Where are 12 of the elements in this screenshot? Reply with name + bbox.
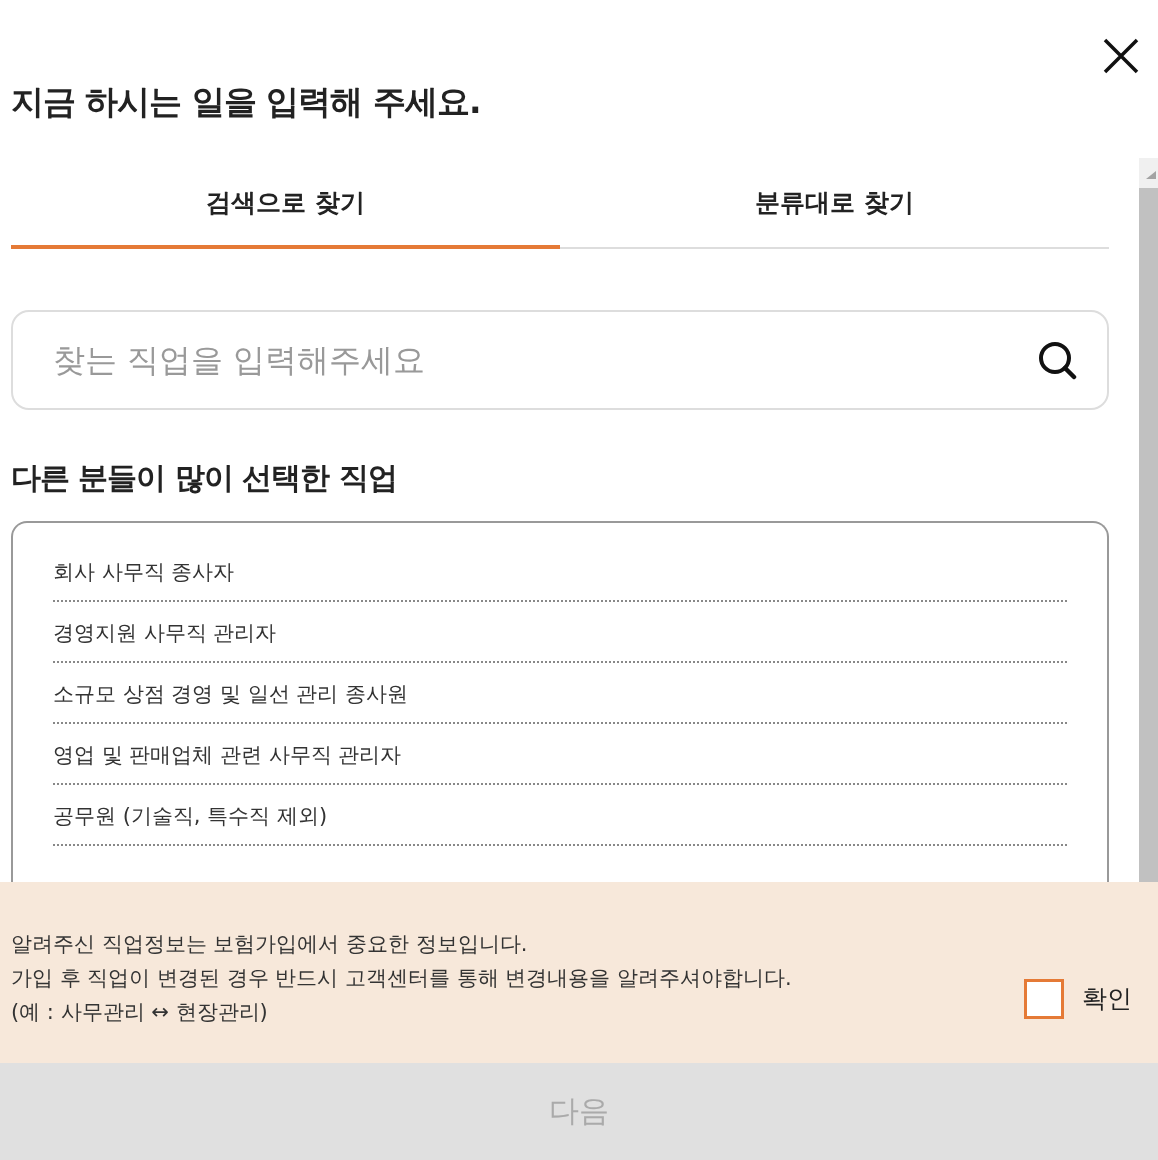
search-field[interactable]: 찾는 직업을 입력해주세요 <box>11 310 1109 410</box>
job-list-item[interactable]: 공무원 (기술직, 특수직 제외) <box>53 785 1067 846</box>
confirm-label[interactable]: 확인 <box>1082 982 1132 1015</box>
job-list-item[interactable]: 경영지원 사무직 관리자 <box>53 602 1067 663</box>
job-list-item[interactable]: 소규모 상점 경영 및 일선 관리 종사원 <box>53 663 1067 724</box>
section-heading: 다른 분들이 많이 선택한 직업 <box>11 459 398 497</box>
tab[interactable]: 검색으로 찾기 <box>11 158 560 249</box>
job-list-item[interactable]: 영업 및 판매업체 관련 사무직 관리자 <box>53 724 1067 785</box>
notice-text: 알려주신 직업정보는 보험가입에서 중요한 정보입니다. 가입 후 직업이 변경된 경우 반드시 고객센터를 통해 변경내용을 알려주셔야합니다. (예 : 사무관리 ↔ 현장관리) <box>11 930 792 1026</box>
tab[interactable]: 분류대로 찾기 <box>560 158 1109 249</box>
job-list-item[interactable]: 회사 사무직 종사자 <box>53 541 1067 602</box>
page-title: 지금 하시는 일을 입력해 주세요. <box>11 81 481 123</box>
